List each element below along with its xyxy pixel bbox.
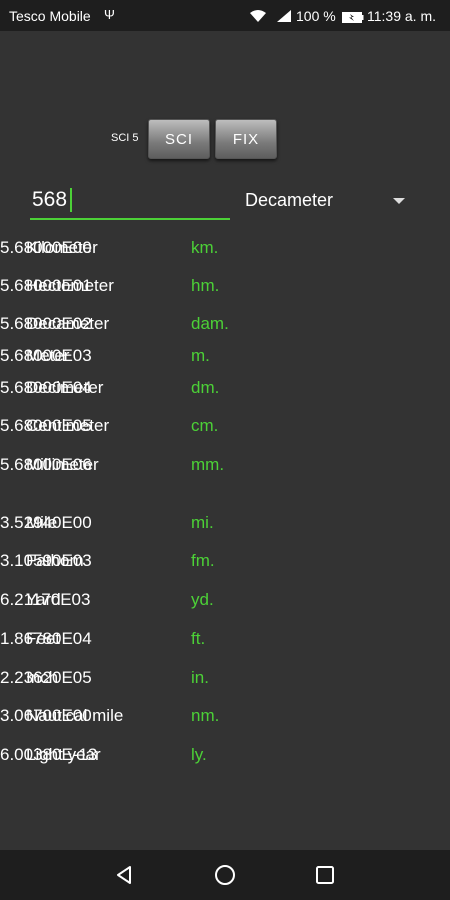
unit-name: Meter xyxy=(26,346,70,365)
battery-percentage: 100 % xyxy=(296,8,336,24)
unit-dropdown-selected: Decameter xyxy=(245,190,334,210)
unit-abbreviation: fm. xyxy=(191,551,215,570)
unit-abbreviation: ft. xyxy=(191,629,206,648)
conversion-row: Mile mi. 3.52940E00 xyxy=(0,513,450,537)
text-caret xyxy=(70,188,72,212)
value-input-text: 568 xyxy=(32,188,68,211)
conversion-row: Inch in. 2.23620E05 xyxy=(0,668,450,692)
unit-abbreviation: hm. xyxy=(191,276,220,295)
unit-abbreviation: mm. xyxy=(191,455,225,474)
value-input[interactable]: 568 xyxy=(30,184,230,220)
unit-dropdown[interactable]: Decameter xyxy=(245,190,405,214)
unit-abbreviation: ly. xyxy=(191,745,207,764)
unit-name: Decameter xyxy=(26,314,110,333)
unit-name: Decimeter xyxy=(26,378,104,397)
unit-name: Nautical mile xyxy=(26,706,124,725)
home-icon[interactable] xyxy=(214,864,236,891)
unit-abbreviation: cm. xyxy=(191,416,219,435)
sci-button[interactable]: SCI xyxy=(148,119,210,159)
conversion-row: Meter m. 5.68000E03 xyxy=(0,346,450,370)
unit-name: Hectometer xyxy=(26,276,114,295)
unit-name: Yard xyxy=(26,590,61,609)
back-icon[interactable] xyxy=(114,864,136,891)
unit-name: Feet xyxy=(26,629,61,648)
unit-abbreviation: in. xyxy=(191,668,209,687)
conversion-row: Kilometer km. 5.68000E00 xyxy=(0,238,450,262)
usb-icon: Ψ xyxy=(104,7,115,22)
conversion-row: Light year ly. 6.00380E-13 xyxy=(0,745,450,769)
unit-abbreviation: dam. xyxy=(191,314,229,333)
dropdown-arrow-icon xyxy=(393,198,405,204)
conversion-row: Millimeter mm. 5.68000E06 xyxy=(0,455,450,479)
conversion-row: Nautical mile nm. 3.06700E00 xyxy=(0,706,450,730)
unit-name: Inch xyxy=(26,668,59,687)
unit-name: Kilometer xyxy=(26,238,98,257)
conversion-row: Decameter dam. 5.68000E02 xyxy=(0,314,450,338)
unit-name: Mile xyxy=(26,513,58,532)
unit-name: Millimeter xyxy=(26,455,99,474)
battery-icon xyxy=(342,10,364,26)
conversion-row: Decimeter dm. 5.68000E04 xyxy=(0,378,450,402)
conversion-row: Fathom fm. 3.10590E03 xyxy=(0,551,450,575)
navigation-bar xyxy=(0,850,450,900)
unit-abbreviation: km. xyxy=(191,238,219,257)
unit-name: Fathom xyxy=(26,551,84,570)
unit-name: Light year xyxy=(26,745,101,764)
unit-name: Centimeter xyxy=(26,416,110,435)
unit-abbreviation: m. xyxy=(191,346,210,365)
carrier-name: Tesco Mobile xyxy=(9,8,91,24)
conversion-row: Feet ft. 1.86780E04 xyxy=(0,629,450,653)
wifi-icon xyxy=(249,9,267,26)
unit-abbreviation: nm. xyxy=(191,706,220,725)
unit-abbreviation: yd. xyxy=(191,590,214,609)
status-bar: Tesco Mobile Ψ 100 % 11:39 a. m. xyxy=(0,0,450,31)
unit-abbreviation: dm. xyxy=(191,378,220,397)
precision-mode-label: SCI 5 xyxy=(111,132,139,144)
conversion-row: Yard yd. 6.21170E03 xyxy=(0,590,450,614)
signal-icon xyxy=(276,9,292,26)
conversion-row: Centimeter cm. 5.68000E05 xyxy=(0,416,450,440)
recent-apps-icon[interactable] xyxy=(315,865,335,890)
fix-button[interactable]: FIX xyxy=(215,119,277,159)
status-time: 11:39 a. m. xyxy=(367,8,437,24)
conversion-row: Hectometer hm. 5.68000E01 xyxy=(0,276,450,300)
unit-abbreviation: mi. xyxy=(191,513,214,532)
